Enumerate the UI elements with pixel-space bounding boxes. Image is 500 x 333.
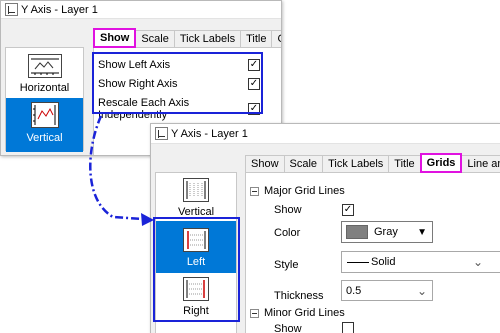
rescale-axis-label: Rescale Each Axis Independently: [98, 97, 190, 121]
major-thickness-label: Thickness: [274, 290, 324, 302]
vertical-axis-icon: [183, 178, 209, 202]
major-thickness-value: 0.5: [346, 284, 362, 297]
rescale-axis-row: Rescale Each Axis Independently ✓: [98, 97, 260, 121]
check-icon: ✓: [249, 78, 259, 89]
back-tab-show[interactable]: Show: [93, 28, 137, 48]
back-list-label-vertical: Vertical: [26, 132, 63, 144]
vertical-axis-icon: [30, 102, 59, 128]
app-icon: [5, 3, 18, 16]
solid-line-icon: [347, 261, 369, 263]
back-dialog-title: Y Axis - Layer 1: [21, 3, 98, 16]
front-tab-strip: Show Scale Tick Labels Title Grids Line …: [245, 153, 500, 173]
major-style-value: Solid: [371, 256, 396, 268]
back-list-label-horizontal: Horizontal: [19, 82, 70, 94]
check-icon: ✓: [249, 103, 259, 114]
show-left-axis-label: Show Left Axis: [98, 59, 171, 71]
left-axis-icon: [183, 228, 209, 252]
show-left-axis-checkbox[interactable]: ✓: [248, 59, 260, 71]
front-axis-list[interactable]: Vertical Left Right: [155, 172, 237, 333]
dropdown-arrow-icon: ▼: [417, 226, 427, 238]
minor-grid-header-label: Minor Grid Lines: [264, 307, 345, 319]
check-icon: ✓: [249, 59, 259, 70]
front-dialog-titlebar[interactable]: Y Axis - Layer 1: [151, 124, 500, 144]
major-color-label: Color: [274, 227, 301, 239]
back-axis-list[interactable]: Horizontal Vertical: [5, 47, 84, 152]
major-show-checkbox[interactable]: ✓: [342, 204, 354, 216]
major-grid-header-label: Major Grid Lines: [264, 185, 345, 197]
major-style-label: Style: [274, 259, 299, 271]
major-thickness-dropdown[interactable]: 0.5 ⌄: [341, 280, 433, 301]
major-style-dropdown[interactable]: Solid ⌄: [341, 251, 500, 273]
front-list-item-right[interactable]: Right: [156, 273, 236, 323]
show-right-axis-row: Show Right Axis ✓: [98, 78, 260, 90]
major-color-dropdown[interactable]: Gray ▼: [341, 221, 433, 243]
minor-show-checkbox[interactable]: [342, 322, 354, 333]
front-dialog-title: Y Axis - Layer 1: [171, 127, 248, 140]
horizontal-axis-icon: [27, 54, 62, 78]
front-tab-title[interactable]: Title: [388, 155, 421, 173]
front-tab-show[interactable]: Show: [245, 155, 285, 173]
front-list-item-vertical[interactable]: Vertical: [156, 173, 236, 221]
back-dialog-titlebar[interactable]: Y Axis - Layer 1: [1, 1, 281, 19]
back-tab-title[interactable]: Title: [240, 30, 273, 48]
collapse-icon[interactable]: [250, 186, 259, 196]
front-list-label-vertical: Vertical: [177, 206, 215, 218]
front-list-label-left: Left: [186, 256, 206, 268]
show-right-axis-label: Show Right Axis: [98, 78, 178, 90]
back-list-item-vertical[interactable]: Vertical: [6, 98, 83, 152]
major-color-value: Gray: [374, 226, 398, 238]
major-show-label: Show: [274, 204, 302, 216]
show-right-axis-checkbox[interactable]: ✓: [248, 78, 260, 90]
front-tab-tick-labels[interactable]: Tick Labels: [322, 155, 390, 173]
back-tab-strip: Show Scale Tick Labels Title Grids: [93, 28, 281, 48]
collapse-icon[interactable]: [250, 308, 259, 318]
front-dialog-window: Y Axis - Layer 1 Vertical Left Right Sho…: [150, 123, 500, 333]
minor-show-label: Show: [274, 323, 302, 333]
front-tab-scale[interactable]: Scale: [283, 155, 324, 173]
chevron-down-icon: ⌄: [416, 283, 427, 298]
chevron-down-icon: ⌄: [472, 255, 483, 269]
back-tab-scale[interactable]: Scale: [135, 30, 175, 48]
back-tab-grids[interactable]: Grids: [271, 30, 281, 48]
rescale-axis-checkbox[interactable]: ✓: [248, 103, 260, 115]
show-left-axis-row: Show Left Axis ✓: [98, 59, 260, 71]
back-list-item-horizontal[interactable]: Horizontal: [6, 48, 83, 98]
minor-grid-header[interactable]: Minor Grid Lines: [250, 307, 345, 319]
front-tab-line-and-ticks[interactable]: Line and Ticks: [461, 155, 500, 173]
front-list-label-right: Right: [183, 305, 209, 317]
app-icon: [155, 127, 168, 140]
front-list-item-left[interactable]: Left: [156, 221, 236, 273]
check-icon: ✓: [343, 204, 353, 215]
gray-color-swatch: [346, 225, 368, 239]
right-axis-icon: [183, 277, 209, 301]
major-grid-header[interactable]: Major Grid Lines: [250, 185, 345, 197]
back-tab-tick-labels[interactable]: Tick Labels: [173, 30, 242, 48]
front-tab-grids[interactable]: Grids: [419, 153, 463, 173]
